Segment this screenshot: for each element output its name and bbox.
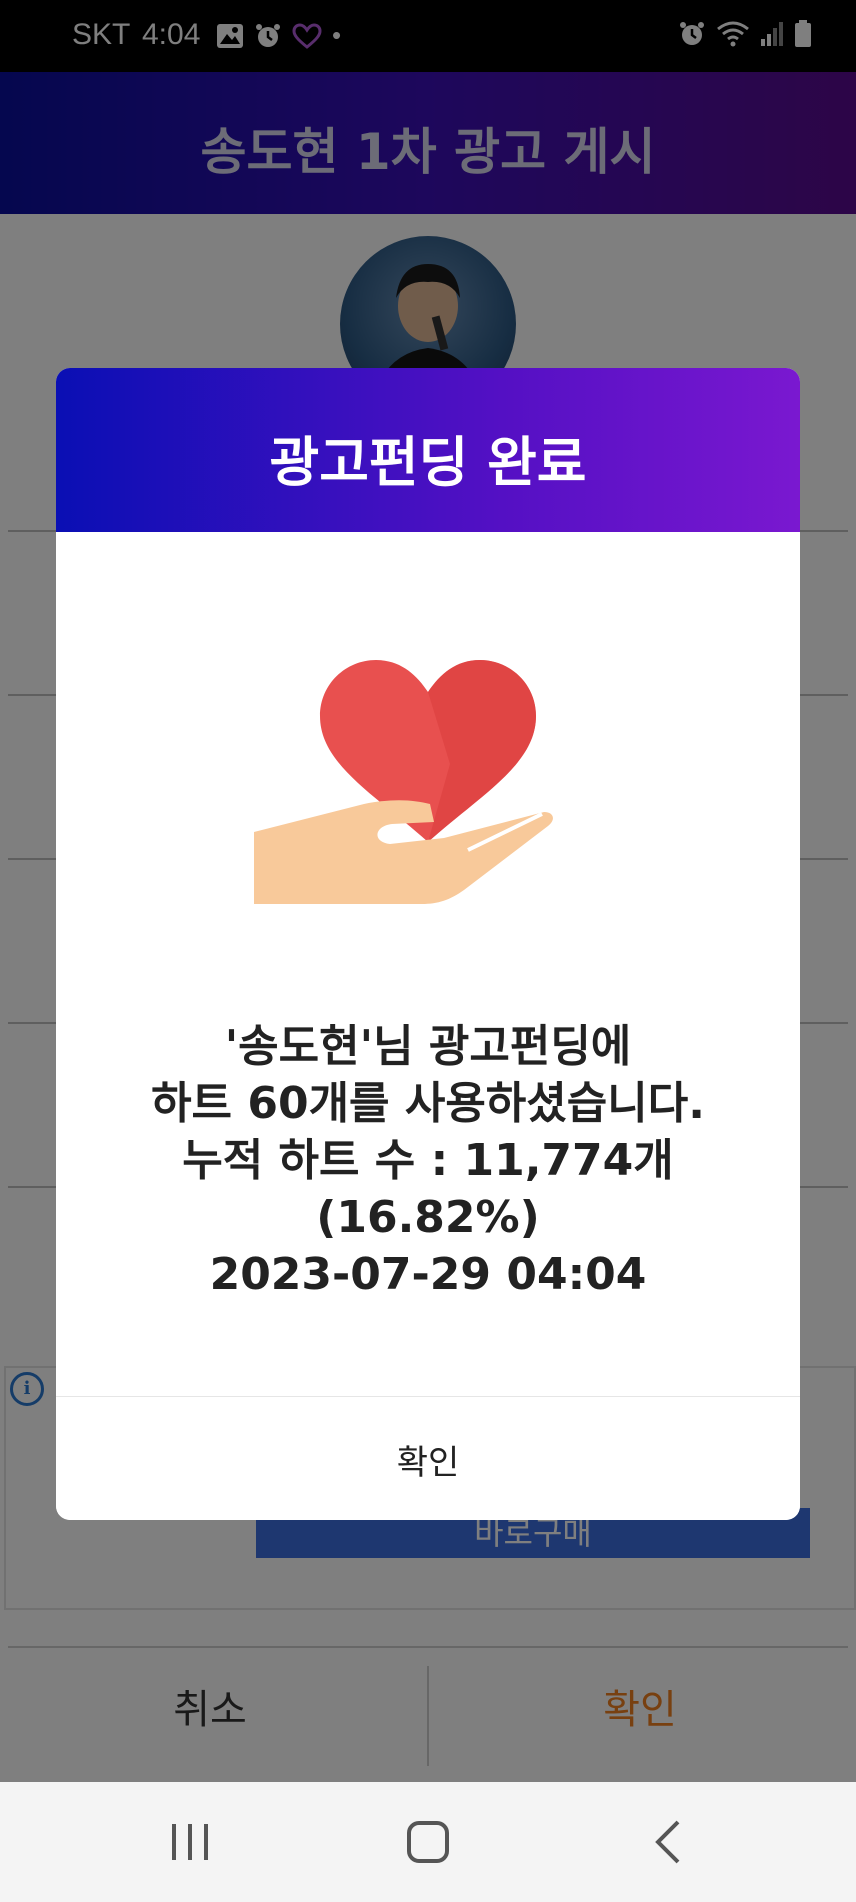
message-line: 누적 하트 수 : 11,774개 [182, 1135, 674, 1186]
dialog-title: 광고펀딩 완료 [269, 431, 587, 494]
message-line: '송도현'님 광고펀딩에 [224, 1021, 632, 1072]
heart-in-hand-icon [254, 660, 553, 904]
dialog-ok-button[interactable]: 확인 [56, 1398, 800, 1520]
message-line: (16.82%) [316, 1192, 540, 1243]
dialog-message: '송도현'님 광고펀딩에 하트 60개를 사용하셨습니다. 누적 하트 수 : … [56, 1018, 800, 1303]
system-nav-bar [0, 1782, 856, 1902]
recent-apps-icon[interactable] [150, 1812, 230, 1872]
back-icon[interactable] [630, 1812, 710, 1872]
dialog-header: 광고펀딩 완료 [56, 368, 800, 532]
message-timestamp: 2023-07-29 04:04 [209, 1249, 647, 1300]
funding-complete-dialog: 광고펀딩 완료 '송도현'님 광고펀딩에 하트 60개를 사용하셨습니다. 누적… [56, 368, 800, 1520]
home-icon[interactable] [388, 1812, 468, 1872]
message-line: 하트 60개를 사용하셨습니다. [151, 1078, 705, 1129]
divider [56, 1396, 800, 1397]
